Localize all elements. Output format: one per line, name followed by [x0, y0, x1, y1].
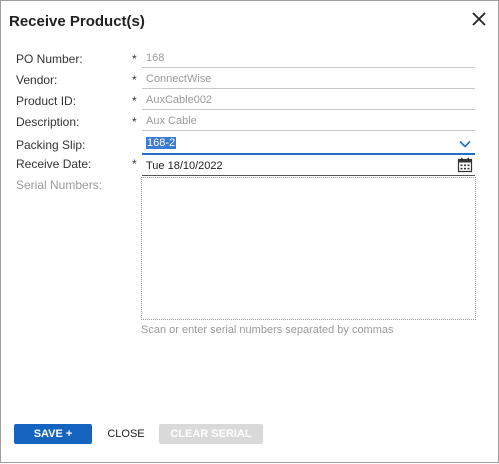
- receive-date-field[interactable]: Tue 18/10/2022: [142, 156, 475, 176]
- required-marker: *: [132, 157, 137, 171]
- dialog-title: Receive Product(s): [9, 13, 145, 30]
- clear-serial-list-button[interactable]: CLEAR SERIAL LIST: [159, 424, 263, 460]
- serial-numbers-label: Serial Numbers:: [16, 178, 103, 192]
- packing-slip-label: Packing Slip:: [16, 138, 86, 152]
- vendor-field: ConnectWise: [142, 69, 475, 89]
- calendar-icon[interactable]: [457, 157, 473, 173]
- required-marker: *: [132, 73, 137, 87]
- required-marker: *: [132, 94, 137, 108]
- description-label: Description:: [16, 115, 80, 129]
- po-number-label: PO Number:: [16, 52, 83, 66]
- save-close-button[interactable]: SAVE + CLOSE: [14, 424, 92, 460]
- serial-numbers-hint: Scan or enter serial numbers separated b…: [141, 324, 394, 336]
- description-field: Aux Cable: [142, 111, 475, 131]
- packing-slip-select[interactable]: 168-2: [142, 133, 475, 155]
- chevron-down-icon[interactable]: [459, 137, 471, 149]
- receive-products-dialog: Receive Product(s) PO Number: * 168 Vend…: [0, 0, 499, 463]
- product-id-label: Product ID:: [16, 94, 77, 108]
- receive-date-value: Tue 18/10/2022: [146, 160, 223, 172]
- receive-date-label: Receive Date:: [16, 157, 92, 171]
- required-marker: *: [132, 52, 137, 66]
- required-marker: *: [132, 115, 137, 129]
- product-id-field: AuxCable002: [142, 90, 475, 110]
- close-button[interactable]: CLOSE: [105, 424, 147, 444]
- po-number-field: 168: [142, 48, 475, 68]
- close-icon[interactable]: [469, 9, 489, 29]
- vendor-label: Vendor:: [16, 73, 58, 87]
- packing-slip-value: 168-2: [146, 137, 177, 149]
- serial-numbers-textarea[interactable]: [141, 177, 476, 320]
